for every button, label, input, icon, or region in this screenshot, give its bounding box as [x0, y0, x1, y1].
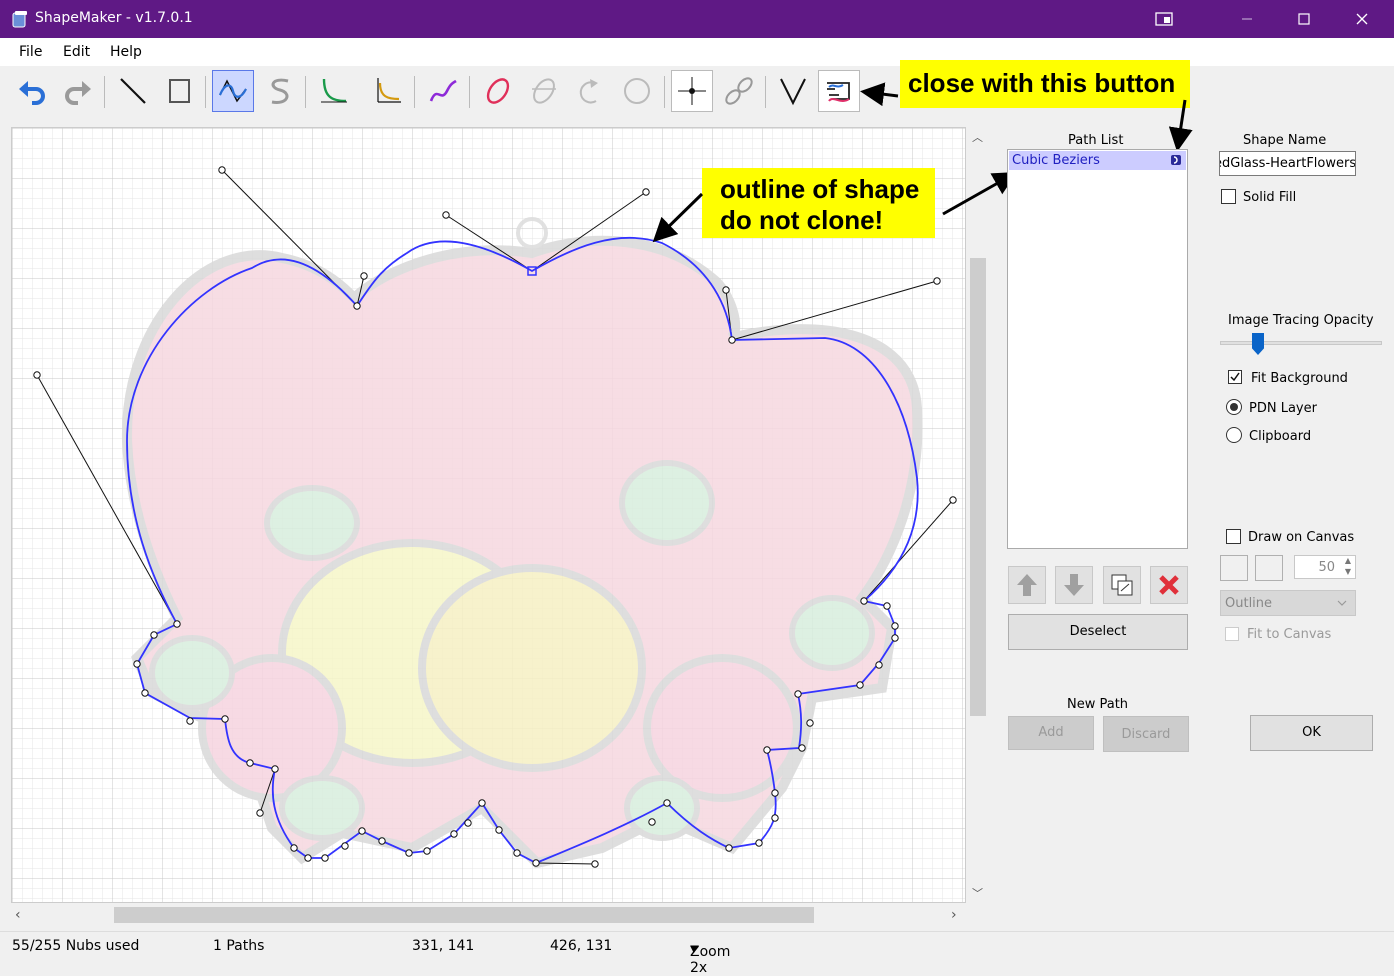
new-path-label: New Path [1067, 697, 1129, 712]
clipboard-radio[interactable] [1226, 427, 1242, 443]
draw-mode-value: Outline [1225, 596, 1273, 611]
tracing-opacity-track[interactable] [1220, 341, 1382, 345]
path-list-label: Path List [1068, 133, 1124, 148]
status-coord-1: 331, 141 [412, 938, 475, 954]
ok-button[interactable]: OK [1250, 715, 1373, 751]
stepper-down-icon[interactable]: ▼ [1345, 567, 1351, 576]
draw-on-canvas-label: Draw on Canvas [1248, 530, 1355, 545]
delete-path-button[interactable] [1150, 566, 1188, 604]
fit-to-canvas-label: Fit to Canvas [1247, 627, 1332, 642]
status-nubs: 55/255 Nubs used [12, 938, 140, 954]
solid-fill-label: Solid Fill [1243, 190, 1297, 205]
solid-fill-checkbox[interactable] [1221, 189, 1236, 204]
pdn-layer-label: PDN Layer [1249, 401, 1317, 416]
shape-name-value: edGlass-HeartFlowers [1219, 156, 1356, 171]
path-list[interactable]: Cubic Beziers [1007, 149, 1188, 549]
arrow-down-icon [1064, 574, 1084, 596]
fit-background-checkbox[interactable] [1228, 370, 1242, 384]
path-list-item-label: Cubic Beziers [1012, 153, 1100, 168]
move-path-up-button[interactable] [1008, 566, 1046, 604]
stepper-up-icon[interactable]: ▲ [1345, 556, 1351, 565]
fit-to-canvas-checkbox[interactable] [1225, 627, 1239, 641]
tracing-opacity-label: Image Tracing Opacity [1228, 313, 1374, 328]
fit-background-label: Fit Background [1251, 371, 1348, 386]
brush-width-value: 50 [1318, 560, 1335, 575]
closed-path-icon [1171, 155, 1181, 165]
checkmark-icon [1230, 372, 1240, 382]
draw-on-canvas-checkbox[interactable] [1226, 529, 1241, 544]
clipboard-label: Clipboard [1249, 429, 1312, 444]
discard-path-button[interactable]: Discard [1103, 716, 1189, 752]
delete-icon [1159, 575, 1179, 595]
move-path-down-button[interactable] [1055, 566, 1093, 604]
add-path-button[interactable]: Add [1008, 716, 1094, 750]
brush-width-stepper[interactable]: 50 ▲ ▼ [1294, 555, 1356, 579]
arrow-up-icon [1017, 574, 1037, 596]
outline-color-swatch[interactable] [1220, 555, 1248, 581]
status-coord-2: 426, 131 [550, 938, 613, 954]
draw-mode-select[interactable]: Outline [1220, 590, 1356, 616]
caret-down-icon: ▼ [690, 944, 698, 955]
status-paths: 1 Paths [213, 938, 265, 954]
status-bar: 55/255 Nubs used 1 Paths 331, 141 426, 1… [0, 931, 1394, 976]
shape-name-input[interactable]: edGlass-HeartFlowers [1219, 151, 1356, 176]
fill-color-swatch[interactable] [1255, 555, 1283, 581]
shape-name-label: Shape Name [1243, 133, 1327, 148]
chevron-down-icon [1337, 600, 1347, 606]
deselect-button[interactable]: Deselect [1008, 614, 1188, 650]
clone-path-button[interactable] [1103, 566, 1141, 604]
pdn-layer-radio[interactable] [1226, 399, 1242, 415]
path-list-item[interactable]: Cubic Beziers [1009, 151, 1186, 170]
clone-icon [1111, 574, 1133, 596]
